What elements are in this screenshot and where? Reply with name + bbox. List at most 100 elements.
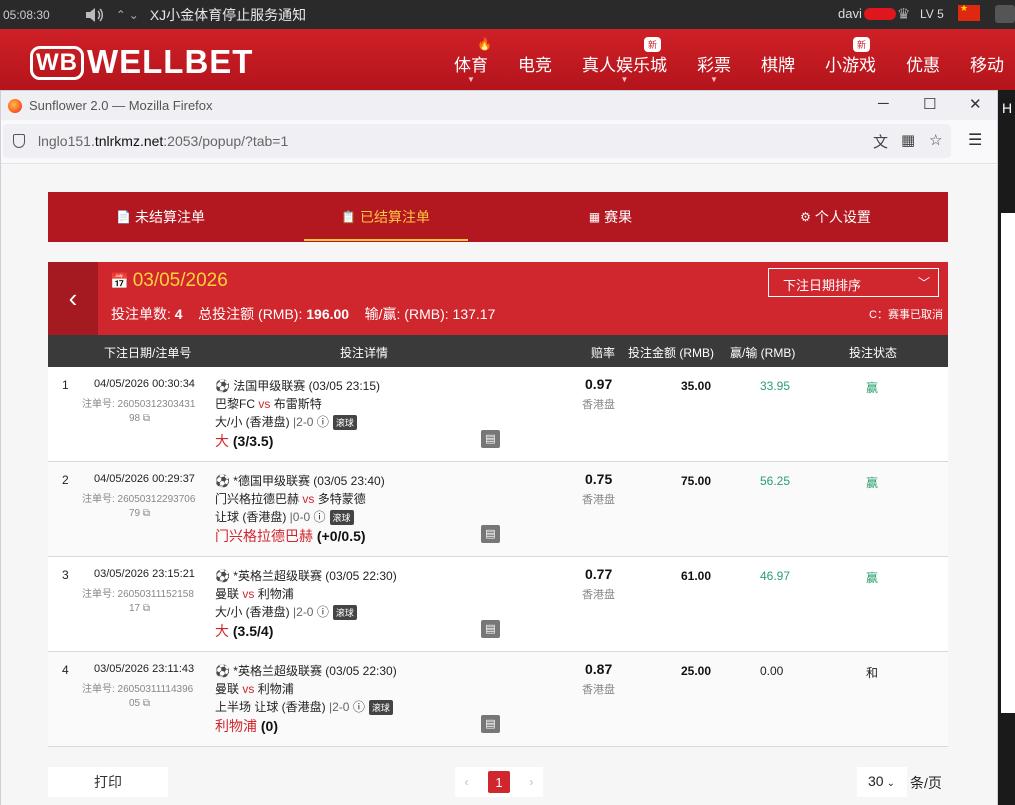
league-line: ⚽ *德国甲级联赛 (03/05 23:40)	[215, 474, 385, 488]
caret-down-icon: ▼	[467, 75, 475, 84]
vip-level: LV 5	[920, 7, 944, 21]
tab-3[interactable]: ⚙ 个人设置	[723, 192, 948, 242]
logo-text: WELLBET	[86, 43, 254, 80]
crown-icon: ♛	[897, 6, 911, 23]
caret-down-icon: ▼	[620, 75, 629, 84]
nav-item-3[interactable]: 彩票 ▼	[697, 51, 731, 84]
stake-amount: 35.00	[681, 379, 712, 393]
bet-datetime: 03/05/2026 23:15:21	[94, 568, 195, 580]
print-button[interactable]: 打印	[48, 767, 168, 797]
copy-icon[interactable]: ⧉	[143, 413, 150, 424]
info-icon[interactable]: ⓘ	[313, 510, 325, 524]
league-line: ⚽ 法国甲级联赛 (03/05 23:15)	[215, 379, 381, 393]
winloss-amount: 56.25	[760, 474, 791, 488]
nav-item-5[interactable]: 小游戏 新	[825, 37, 876, 76]
match-teams: 巴黎FC vs 布雷斯特	[215, 397, 322, 411]
app-menu-icon[interactable]: ☰	[968, 130, 982, 150]
odds-value: 0.87	[585, 661, 613, 677]
page-size-select[interactable]: 30 ⌄	[857, 767, 907, 797]
url-text[interactable]: lnglo151.tnlrkmz.net:2053/popup/?tab=1	[38, 133, 288, 149]
winloss-amount: 0.00	[760, 664, 784, 678]
order-number-suffix: 98 ⧉	[129, 413, 151, 424]
page-1-button[interactable]: 1	[487, 771, 510, 793]
bet-selection: 利物浦 (0)	[215, 718, 279, 734]
info-icon[interactable]: ⓘ	[353, 700, 365, 714]
info-icon[interactable]: ⓘ	[317, 605, 329, 619]
nav-item-6[interactable]: 优惠	[906, 51, 940, 76]
table-row: 2 04/05/2026 00:29:37 注单号: 2605031229370…	[48, 462, 948, 557]
document-icon: 📄	[116, 210, 131, 224]
tab-label: 个人设置	[814, 209, 871, 225]
bet-datetime: 03/05/2026 23:11:43	[94, 663, 195, 675]
bet-detail-icon[interactable]: ▤	[481, 620, 500, 638]
nav-item-4[interactable]: 棋牌	[761, 51, 795, 76]
winloss-amount: 46.97	[760, 569, 791, 583]
calendar-icon: 📅	[110, 273, 129, 290]
nav-item-label: 彩票	[697, 56, 731, 75]
live-badge: 滚球	[332, 415, 357, 430]
tab-2[interactable]: ▦ 赛果	[498, 192, 723, 242]
nav-item-1[interactable]: 电竞	[518, 51, 552, 76]
bet-selection: 门兴格拉德巴赫 (+0/0.5)	[215, 528, 366, 544]
sort-select[interactable]: 下注日期排序 ﹀	[768, 268, 939, 297]
nav-item-label: 棋牌	[761, 56, 795, 75]
username[interactable]: davi	[838, 6, 862, 21]
caret-down-icon: ▼	[710, 75, 718, 84]
date-summary-header: ‹ 📅 03/05/2026 投注单数: 4 总投注额 (RMB): 196.00…	[48, 262, 948, 335]
nav-item-7[interactable]: 移动	[970, 51, 1004, 76]
bookmark-star-icon[interactable]: ☆	[929, 131, 942, 149]
tab-0[interactable]: 📄 未结算注单	[48, 192, 273, 242]
shield-icon[interactable]	[13, 134, 25, 148]
nav-item-label: 移动	[970, 56, 1004, 75]
receipt-icon: 📋	[341, 210, 356, 224]
tray-icon[interactable]	[995, 5, 1015, 23]
summary-stats: 投注单数: 4 总投注额 (RMB): 196.00 输/赢: (RMB): 1…	[111, 306, 496, 322]
table-row: 3 03/05/2026 23:15:21 注单号: 2605031115215…	[48, 557, 948, 652]
results-icon: ▦	[588, 210, 601, 224]
bet-status: 赢	[866, 381, 879, 395]
market-line: 上半场 让球 (香港盘) |2-0 ⓘ 滚球	[215, 698, 393, 715]
maximize-button[interactable]: ☐	[923, 95, 936, 113]
nav-item-0[interactable]: 体育 🔥 ▼	[454, 37, 492, 84]
qr-code-icon[interactable]: ▦	[901, 131, 915, 149]
bet-selection: 大 (3/3.5)	[215, 433, 274, 449]
china-flag-icon[interactable]	[958, 3, 980, 21]
new-badge: 新	[643, 37, 661, 52]
back-arrow-icon[interactable]: ‹	[48, 262, 98, 335]
odds-value: 0.77	[585, 566, 613, 582]
market-line: 让球 (香港盘) |0-0 ⓘ 滚球	[215, 508, 354, 525]
order-number: 注单号: 26050312303431	[82, 399, 196, 410]
speaker-icon[interactable]	[84, 6, 106, 24]
next-page-button[interactable]: ›	[529, 775, 533, 789]
site-header: WB WELLBET 体育 🔥 ▼ 电竞 真人娱乐城新 ▼ 彩票 ▼ 棋牌 小游戏新优惠 移动	[0, 29, 1015, 90]
match-teams: 曼联 vs 利物浦	[215, 587, 294, 601]
copy-icon[interactable]: ⧉	[143, 698, 150, 709]
logo-mark: WB	[30, 46, 84, 80]
window-titlebar: Sunflower 2.0 — Mozilla Firefox ─ ☐ ✕	[1, 91, 997, 120]
copy-icon[interactable]: ⧉	[143, 508, 150, 519]
nav-item-2[interactable]: 真人娱乐城 新 ▼	[582, 37, 667, 84]
table-row: 4 03/05/2026 23:11:43 注单号: 2605031111439…	[48, 652, 948, 747]
bet-detail-icon[interactable]: ▤	[481, 525, 500, 543]
col-date-order: 下注日期/注单号	[104, 346, 192, 360]
service-notice-link[interactable]: XJ小金体育停止服务通知	[150, 5, 306, 25]
table-row: 1 04/05/2026 00:30:34 注单号: 2605031230343…	[48, 367, 948, 462]
info-icon[interactable]: ⓘ	[317, 415, 329, 429]
copy-icon[interactable]: ⧉	[143, 603, 150, 614]
selected-date[interactable]: 📅 03/05/2026	[110, 270, 228, 292]
tab-1[interactable]: 📋 已结算注单	[273, 192, 498, 242]
close-window-button[interactable]: ✕	[969, 95, 982, 113]
translate-icon[interactable]: 文	[873, 131, 888, 152]
cancel-legend: C：赛事已取消	[869, 309, 943, 321]
bet-detail-icon[interactable]: ▤	[481, 715, 500, 733]
bet-count: 4	[174, 306, 183, 322]
wellbet-logo[interactable]: WB WELLBET	[30, 43, 253, 81]
minimize-button[interactable]: ─	[878, 95, 889, 112]
live-badge: 滚球	[332, 605, 357, 620]
bet-detail-icon[interactable]: ▤	[481, 430, 500, 448]
fire-icon: 🔥	[477, 37, 492, 51]
prev-page-button[interactable]: ‹	[465, 775, 469, 789]
collapse-arrows-icon[interactable]: ⌃⌄	[116, 8, 142, 22]
url-field[interactable]: lnglo151.tnlrkmz.net:2053/popup/?tab=1 文…	[3, 124, 951, 158]
winloss-amount: 33.95	[760, 379, 791, 393]
